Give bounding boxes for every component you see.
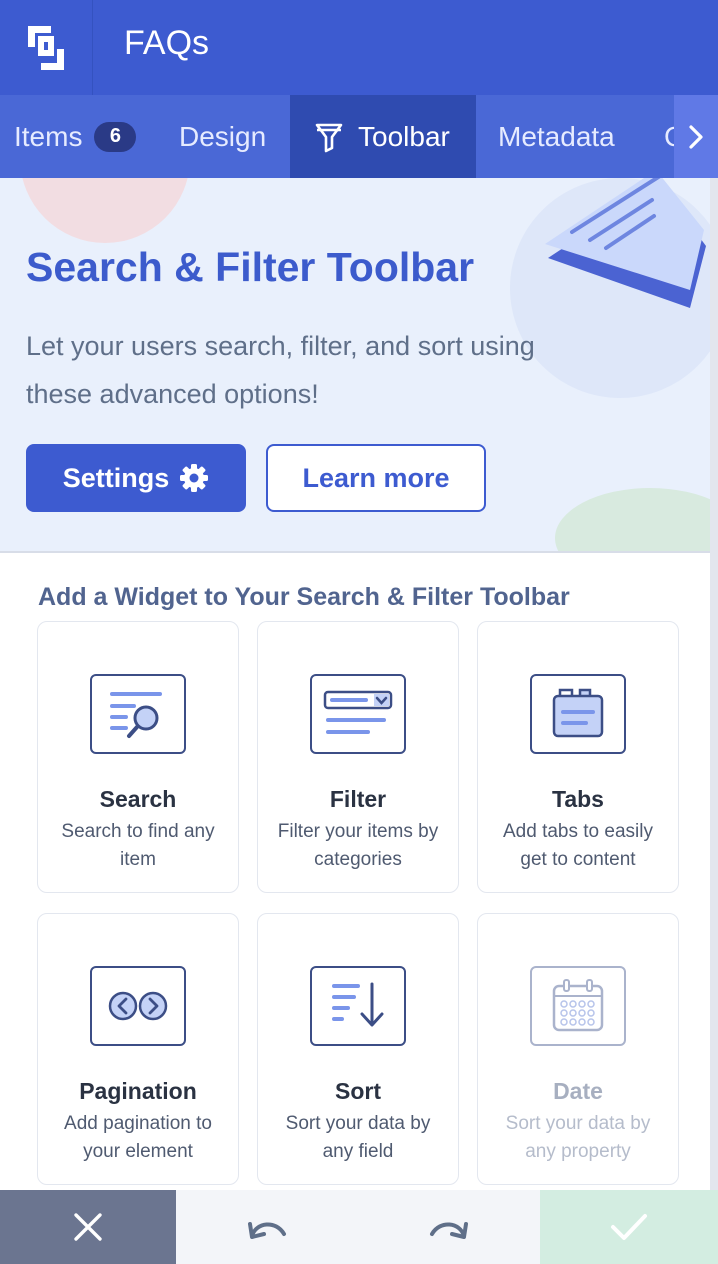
widget-pagination-desc: Add pagination to your element	[64, 1113, 212, 1162]
hero-title: Search & Filter Toolbar	[26, 244, 475, 290]
widget-card-tabs[interactable]: Tabs Add tabs to easily get to content	[477, 621, 679, 893]
search-widget-icon	[90, 674, 186, 754]
widget-search-title: Search	[99, 786, 177, 812]
widget-date-desc: Sort your data by any property	[505, 1113, 651, 1162]
widget-pagination-title: Pagination	[79, 1078, 197, 1104]
filter-widget-icon	[310, 674, 406, 754]
tab-c-label: C	[664, 121, 674, 153]
tab-items-label: Items	[14, 120, 83, 152]
undo-button[interactable]	[176, 1190, 358, 1264]
tab-c[interactable]: C	[646, 95, 674, 178]
widget-card-date: Date Sort your data by any property	[477, 913, 679, 1185]
tab-metadata-label: Metadata	[498, 120, 615, 152]
widget-tabs-title: Tabs	[552, 786, 604, 812]
tab-toolbar[interactable]: Toolbar	[290, 95, 476, 178]
widget-card-filter[interactable]: Filter Filter your items by categories	[257, 621, 459, 893]
footer-action-bar	[0, 1190, 718, 1264]
widget-search-desc: Search to find any item	[61, 821, 215, 870]
confirm-button[interactable]	[540, 1190, 718, 1264]
tab-toolbar-label: Toolbar	[358, 120, 450, 152]
redo-button[interactable]	[358, 1190, 540, 1264]
hero-description: Let your users search, filter, and sort …	[26, 331, 535, 409]
tab-items[interactable]: Items 6	[0, 95, 160, 178]
learn-more-button[interactable]: Learn more	[266, 444, 486, 512]
tab-bar: Items 6 Design Toolbar Metadata C	[0, 95, 718, 178]
tab-metadata[interactable]: Metadata	[476, 95, 646, 178]
tabs-scroll-right-button[interactable]	[674, 95, 718, 178]
settings-button-label: Settings	[62, 462, 170, 493]
undo-icon	[248, 1222, 286, 1239]
filter-icon	[315, 123, 343, 152]
widget-filter-desc: Filter your items by categories	[277, 821, 439, 870]
toolbar-hero: Search & Filter Toolbar Let your users s…	[0, 178, 710, 553]
cancel-button[interactable]	[0, 1190, 176, 1264]
widget-sort-desc: Sort your data by any field	[285, 1113, 431, 1162]
vertical-scrollbar[interactable]	[710, 178, 718, 1190]
widget-date-title: Date	[553, 1078, 603, 1104]
tab-design-label: Design	[179, 120, 267, 152]
app-logo-icon	[28, 25, 64, 70]
widget-card-search[interactable]: Search Search to find any item	[37, 621, 239, 893]
app-logo[interactable]	[0, 0, 93, 95]
widget-filter-title: Filter	[329, 786, 387, 812]
gear-icon	[180, 464, 209, 492]
widget-sort-title: Sort	[335, 1078, 381, 1104]
tab-design[interactable]: Design	[160, 95, 290, 178]
items-count-badge: 6	[94, 121, 137, 152]
redo-icon	[430, 1222, 468, 1239]
settings-button[interactable]: Settings	[26, 444, 246, 512]
tabs-widget-icon	[530, 674, 626, 754]
calendar-widget-icon	[530, 966, 626, 1046]
sort-widget-icon	[310, 966, 406, 1046]
chevron-right-icon	[689, 124, 703, 149]
widget-section-title: Add a Widget to Your Search & Filter Too…	[38, 583, 570, 611]
widget-card-pagination[interactable]: Pagination Add pagination to your elemen…	[37, 913, 239, 1185]
app-header: FAQs	[0, 0, 718, 95]
close-icon	[74, 1213, 102, 1241]
widget-tabs-desc: Add tabs to easily get to content	[503, 821, 653, 870]
pagination-widget-icon	[90, 966, 186, 1046]
app-title: FAQs	[124, 24, 210, 62]
widget-card-sort[interactable]: Sort Sort your data by any field	[257, 913, 459, 1185]
widget-panel: Add a Widget to Your Search & Filter Too…	[0, 553, 710, 1190]
check-icon	[611, 1214, 647, 1240]
